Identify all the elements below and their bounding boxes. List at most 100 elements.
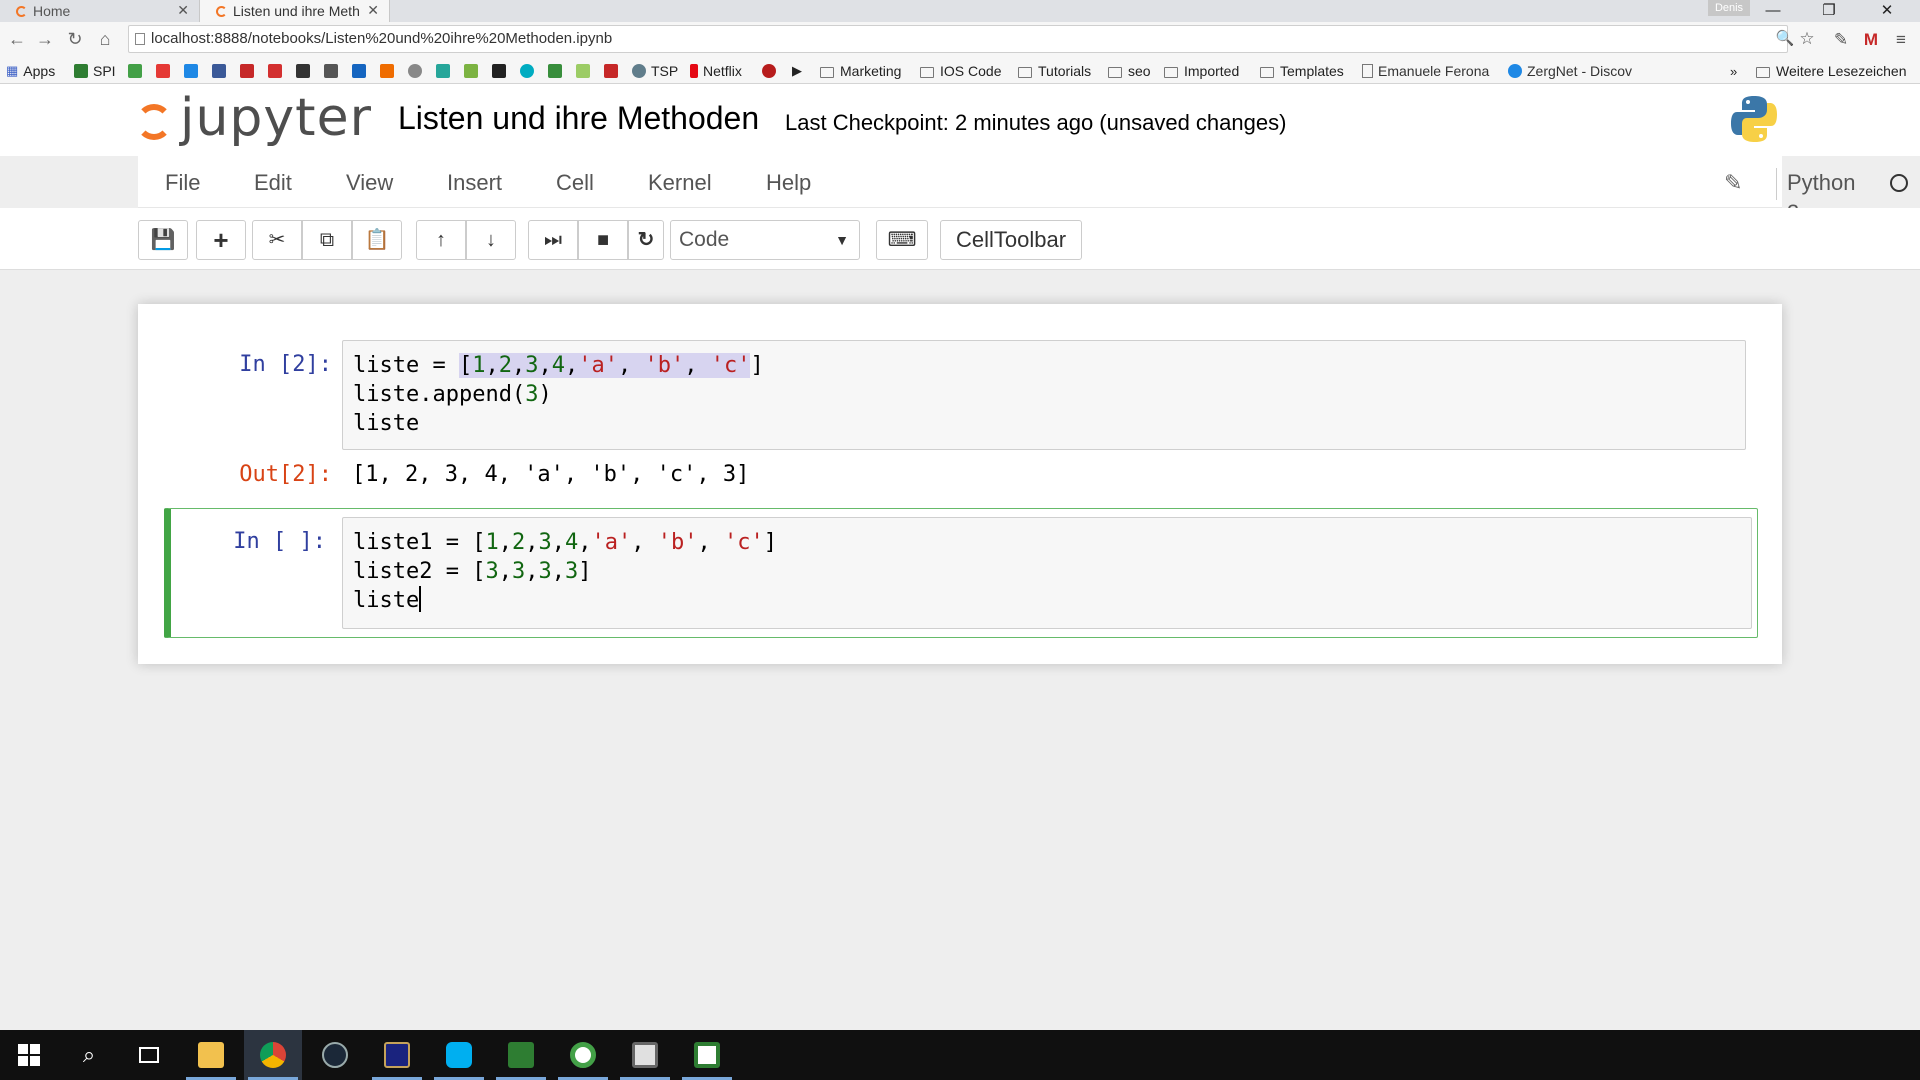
bookmark-folder-tutorials[interactable]: Tutorials bbox=[1018, 62, 1091, 80]
arrow-down-icon: ↓ bbox=[486, 229, 496, 251]
bookmark-folder-ios-code[interactable]: IOS Code bbox=[920, 62, 1001, 80]
bookmark-icon-only[interactable] bbox=[408, 62, 427, 80]
taskbar-app-l[interactable] bbox=[368, 1030, 426, 1080]
bookmark-icon-only[interactable] bbox=[762, 62, 781, 80]
taskbar-steam[interactable] bbox=[306, 1030, 364, 1080]
menu-kernel[interactable]: Kernel bbox=[648, 170, 712, 196]
cell-type-select[interactable]: Code ▼ bbox=[670, 220, 860, 260]
tab-home[interactable]: Home ✕ bbox=[0, 0, 200, 22]
bookmark-folder-templates[interactable]: Templates bbox=[1260, 62, 1344, 80]
dropdown-caret-icon: ▼ bbox=[835, 232, 849, 248]
bookmark-icon-only[interactable] bbox=[128, 62, 147, 80]
bookmark-icon-only[interactable] bbox=[520, 62, 539, 80]
menu-cell[interactable]: Cell bbox=[556, 170, 594, 196]
restart-kernel-button[interactable]: ↻ bbox=[628, 220, 664, 260]
profile-badge[interactable]: Denis bbox=[1708, 0, 1750, 16]
camtasia-recorder-icon bbox=[694, 1042, 720, 1068]
taskbar-skype[interactable] bbox=[430, 1030, 488, 1080]
copy-button[interactable]: ⧉ bbox=[302, 220, 352, 260]
chrome-menu-icon[interactable]: ≡ bbox=[1890, 29, 1912, 51]
bookmark-tsp[interactable]: TSP bbox=[632, 62, 678, 80]
taskbar-camtasia[interactable] bbox=[492, 1030, 550, 1080]
bookmark-icon-only[interactable] bbox=[380, 62, 399, 80]
run-cell-button[interactable]: ⏭ bbox=[528, 220, 578, 260]
more-bookmarks-chevron[interactable]: » bbox=[1730, 62, 1737, 80]
move-down-button[interactable]: ↓ bbox=[466, 220, 516, 260]
bookmark-icon-only[interactable] bbox=[604, 62, 623, 80]
close-tab-icon[interactable]: ✕ bbox=[177, 2, 189, 19]
bookmark-icon-only[interactable] bbox=[464, 62, 483, 80]
bookmark-icon-only[interactable] bbox=[240, 62, 259, 80]
cut-button[interactable]: ✂ bbox=[252, 220, 302, 260]
folder-icon bbox=[1756, 66, 1770, 78]
close-window-icon[interactable]: ✕ bbox=[1864, 0, 1910, 22]
taskbar-file-explorer[interactable] bbox=[182, 1030, 240, 1080]
extension-icon[interactable]: ✎ bbox=[1830, 29, 1852, 51]
menu-insert[interactable]: Insert bbox=[447, 170, 502, 196]
search-icon: ⌕ bbox=[82, 1042, 96, 1067]
taskbar-monitor-app[interactable] bbox=[616, 1030, 674, 1080]
bookmark-icon-only[interactable] bbox=[576, 62, 595, 80]
bookmark-icon-only[interactable] bbox=[324, 62, 343, 80]
bookmark-icon-only[interactable] bbox=[436, 62, 455, 80]
save-button[interactable]: 💾 bbox=[138, 220, 188, 260]
back-arrow-icon[interactable]: ← bbox=[6, 28, 28, 50]
forward-arrow-icon[interactable]: → bbox=[34, 28, 56, 50]
bookmark-icon-only[interactable] bbox=[352, 62, 371, 80]
bookmark-folder-imported[interactable]: Imported bbox=[1164, 62, 1239, 80]
bookmark-icon-only[interactable] bbox=[296, 62, 315, 80]
menu-file[interactable]: File bbox=[165, 170, 200, 196]
bookmarks-bar: ▦ Apps SPI TSP Netflix ▶ Marketing IOS Co… bbox=[0, 58, 1920, 84]
taskbar-green-app[interactable] bbox=[554, 1030, 612, 1080]
bookmark-star-icon[interactable]: ☆ bbox=[1796, 28, 1818, 50]
bookmark-folder-seo[interactable]: seo bbox=[1108, 62, 1151, 80]
bookmark-icon-5 bbox=[296, 64, 310, 78]
jupyter-logo[interactable]: jupyter bbox=[136, 88, 372, 148]
insert-cell-button[interactable]: + bbox=[196, 220, 246, 260]
interrupt-kernel-button[interactable]: ■ bbox=[578, 220, 628, 260]
tab-notebook[interactable]: Listen und ihre Meth ✕ bbox=[200, 0, 390, 22]
code-input-area[interactable]: liste = [1,2,3,4,'a', 'b', 'c'] liste.ap… bbox=[342, 340, 1746, 450]
bookmark-icon-3 bbox=[184, 64, 198, 78]
taskbar-search-button[interactable]: ⌕ bbox=[60, 1030, 118, 1080]
start-button[interactable] bbox=[0, 1030, 58, 1080]
bookmark-zergnet[interactable]: ZergNet - Discov bbox=[1508, 62, 1632, 80]
bookmark-icon-only[interactable] bbox=[548, 62, 567, 80]
notebook-title[interactable]: Listen und ihre Methoden bbox=[398, 100, 759, 137]
notebook-container: In [2]: liste = [1,2,3,4,'a', 'b', 'c'] … bbox=[138, 304, 1782, 664]
selected-code-cell[interactable]: In [ ]: liste1 = [1,2,3,4,'a', 'b', 'c']… bbox=[164, 508, 1758, 638]
code-input-area[interactable]: liste1 = [1,2,3,4,'a', 'b', 'c'] liste2 … bbox=[342, 517, 1752, 629]
bookmark-folder-marketing[interactable]: Marketing bbox=[820, 62, 901, 80]
bookmark-spi[interactable]: SPI bbox=[74, 62, 116, 80]
celltoolbar-button[interactable]: CellToolbar bbox=[940, 220, 1082, 260]
bookmark-netflix[interactable]: Netflix bbox=[690, 62, 742, 80]
move-up-button[interactable]: ↑ bbox=[416, 220, 466, 260]
bookmark-icon-only[interactable] bbox=[184, 62, 203, 80]
bookmark-icon-8 bbox=[380, 64, 394, 78]
menu-view[interactable]: View bbox=[346, 170, 393, 196]
restore-window-icon[interactable]: ❐ bbox=[1806, 0, 1852, 22]
zoom-icon[interactable]: 🔍 bbox=[1774, 28, 1796, 50]
paste-button[interactable]: 📋 bbox=[352, 220, 402, 260]
reload-icon[interactable]: ↻ bbox=[64, 28, 86, 50]
minimize-window-icon[interactable]: — bbox=[1750, 0, 1796, 22]
bookmark-emanuele[interactable]: Emanuele Ferona bbox=[1362, 62, 1489, 80]
taskbar-camtasia-recorder[interactable] bbox=[678, 1030, 736, 1080]
task-view-button[interactable] bbox=[120, 1030, 178, 1080]
command-palette-button[interactable]: ⌨ bbox=[876, 220, 928, 260]
menu-edit[interactable]: Edit bbox=[254, 170, 292, 196]
gmail-extension-icon[interactable]: M bbox=[1860, 29, 1882, 51]
bookmark-apps[interactable]: ▦ Apps bbox=[6, 62, 55, 80]
home-icon[interactable]: ⌂ bbox=[94, 28, 116, 50]
bookmark-icon-only[interactable]: ▶ bbox=[792, 62, 802, 80]
url-field[interactable]: localhost:8888/notebooks/Listen%20und%20… bbox=[128, 25, 1788, 53]
bookmark-icon-only[interactable] bbox=[268, 62, 287, 80]
bookmark-icon-only[interactable] bbox=[492, 62, 511, 80]
bookmark-icon-only[interactable] bbox=[156, 62, 175, 80]
menu-help[interactable]: Help bbox=[766, 170, 811, 196]
bookmark-folder-other[interactable]: Weitere Lesezeichen bbox=[1756, 62, 1906, 80]
camtasia-icon bbox=[508, 1042, 534, 1068]
close-tab-icon[interactable]: ✕ bbox=[367, 2, 379, 19]
bookmark-icon-only[interactable] bbox=[212, 62, 231, 80]
taskbar-chrome[interactable] bbox=[244, 1030, 302, 1080]
